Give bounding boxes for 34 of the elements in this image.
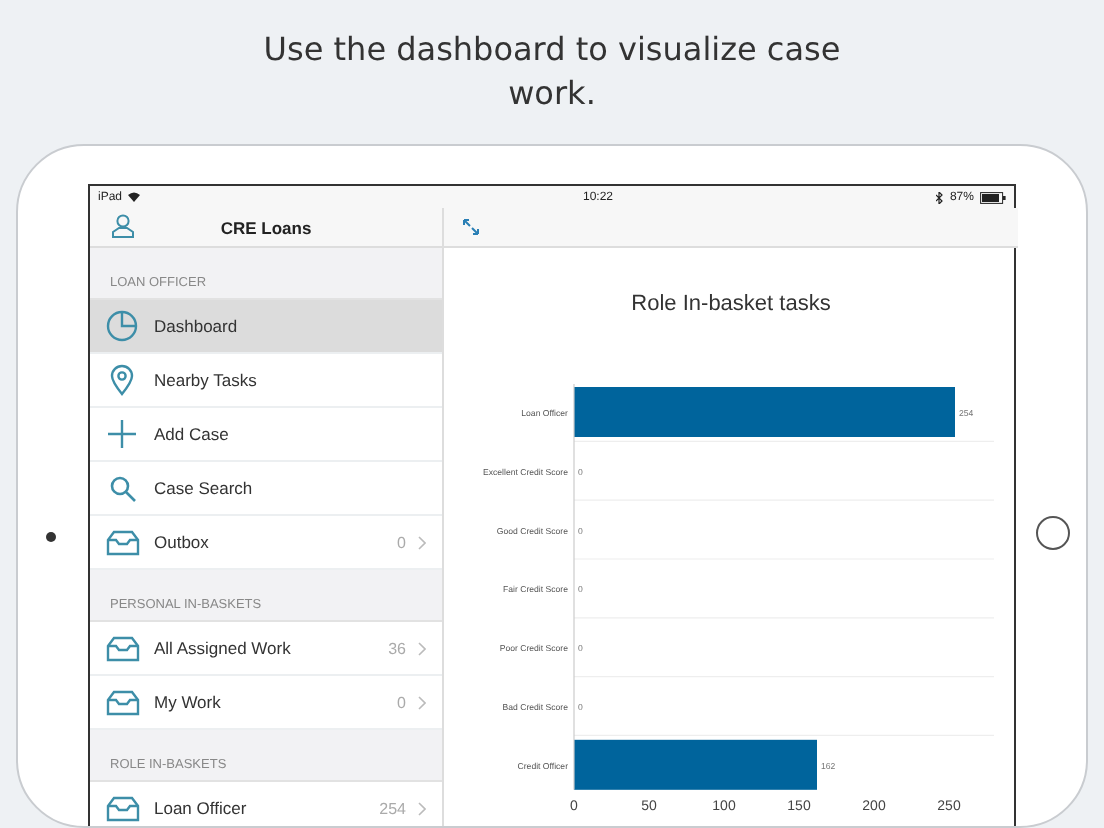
sidebar-item[interactable]: Loan Officer 254 <box>90 782 442 826</box>
caption-text: Use the dashboard to visualize case work. <box>261 28 843 116</box>
inbox-tray-icon <box>105 795 139 821</box>
chevron-right-icon <box>418 695 426 709</box>
sidebar-item[interactable]: Case Search <box>90 462 442 516</box>
bluetooth-icon <box>935 191 944 203</box>
inbox-tray-icon <box>105 635 139 661</box>
item-count: 0 <box>397 693 406 711</box>
sidebar-item[interactable]: Add Case <box>90 408 442 462</box>
chart-title: Role In-basket tasks <box>629 290 833 320</box>
item-count: 36 <box>388 639 406 657</box>
inbox-tray-icon <box>105 529 139 555</box>
sidebar-item[interactable]: Dashboard <box>90 300 442 354</box>
home-button[interactable] <box>1036 516 1070 550</box>
item-count: 254 <box>379 799 406 817</box>
sidebar-item[interactable]: Nearby Tasks <box>90 354 442 408</box>
sidebar-item[interactable]: All Assigned Work 36 <box>90 622 442 676</box>
battery-icon <box>979 191 1006 203</box>
chevron-right-icon <box>418 641 426 655</box>
search-icon <box>109 475 135 501</box>
chevron-right-icon <box>418 535 426 549</box>
plus-icon <box>108 420 136 448</box>
wifi-icon <box>128 192 141 202</box>
chevron-right-icon <box>418 801 426 815</box>
sidebar-item[interactable]: My Work 0 <box>90 676 442 730</box>
item-count: 0 <box>397 533 406 551</box>
pie-chart-icon <box>106 310 138 342</box>
sidebar-item[interactable]: Outbox 0 <box>90 516 442 570</box>
sidebar-title: CRE Loans <box>220 217 312 237</box>
person-icon[interactable] <box>112 214 134 238</box>
camera-dot <box>46 532 56 542</box>
expand-icon[interactable] <box>462 218 480 236</box>
inbox-tray-icon <box>105 689 139 715</box>
location-pin-icon <box>110 364 134 396</box>
